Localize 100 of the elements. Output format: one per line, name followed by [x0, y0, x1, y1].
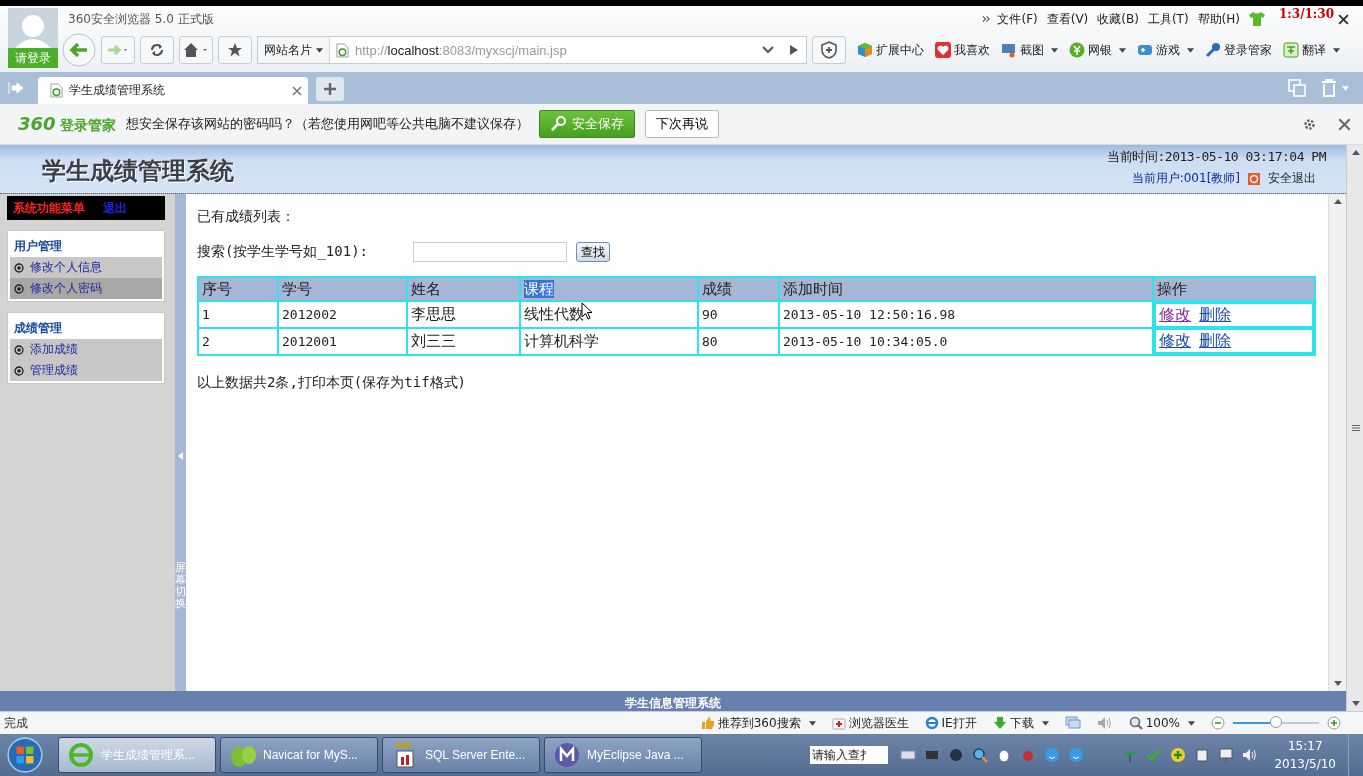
user-silhouette-icon — [13, 12, 53, 48]
home-button[interactable] — [179, 36, 213, 64]
site-card-dropdown[interactable]: 网站名片 — [258, 37, 330, 63]
magnifier-icon[interactable] — [972, 747, 989, 763]
page-icon — [336, 42, 349, 58]
double-chevron-icon[interactable] — [982, 15, 992, 23]
caret-icon[interactable] — [1188, 720, 1195, 726]
scrollbar[interactable] — [1346, 145, 1363, 711]
menu-item[interactable]: 文件(F) — [997, 10, 1038, 28]
screen-icon — [1001, 42, 1017, 58]
scroll-up-icon[interactable] — [1333, 199, 1342, 204]
checkmark-icon[interactable] — [1146, 747, 1163, 763]
windows-icon[interactable] — [1064, 716, 1081, 730]
key-icon — [550, 116, 567, 132]
translate-icon — [1283, 42, 1299, 58]
network-icon[interactable] — [1218, 747, 1235, 763]
zoom-dropdown[interactable]: 100% — [1128, 716, 1180, 730]
address-field[interactable]: http://localhost:8083/myxscj/main.jsp — [355, 42, 752, 58]
toolbar-button[interactable]: 翻译 — [1283, 41, 1326, 59]
bullet-icon — [14, 344, 24, 355]
caret-icon[interactable] — [808, 720, 816, 726]
caret-icon[interactable] — [1051, 47, 1058, 53]
bullet-icon — [14, 365, 24, 376]
gamepad-icon — [1137, 42, 1153, 58]
play-icon[interactable] — [790, 45, 798, 55]
power-icon — [1248, 172, 1260, 185]
delete-link[interactable]: 删除 — [1199, 304, 1231, 326]
status-button[interactable]: 下载 — [992, 714, 1034, 732]
toolbar-button[interactable]: 网银 — [1069, 41, 1112, 59]
status-button[interactable]: 浏览器医生 — [831, 714, 909, 732]
toolbar-button[interactable]: 扩展中心 — [857, 41, 924, 59]
sidebar-item[interactable]: 添加成绩 — [10, 339, 162, 360]
chevron-down-icon[interactable] — [762, 46, 774, 54]
myeclipse-icon — [553, 741, 581, 769]
table-cell: 2013-05-10 12:50:16.98 — [779, 301, 1153, 328]
menu-title: 系统功能菜单 — [13, 199, 85, 217]
smiley-icon[interactable] — [1068, 747, 1085, 763]
menu-item[interactable]: 查看(V) — [1046, 10, 1089, 28]
shield-button[interactable] — [812, 36, 846, 64]
app-icon[interactable] — [948, 747, 965, 763]
search-field[interactable]: 请输入查扌 — [810, 746, 889, 764]
delete-link[interactable]: 删除 — [1199, 330, 1231, 352]
search-button[interactable]: 查找 — [576, 242, 610, 262]
refresh-button[interactable] — [140, 36, 174, 64]
column-header: 姓名 — [407, 277, 520, 301]
caret-icon[interactable] — [1119, 47, 1126, 53]
sidebar-item[interactable]: 管理成绩 — [10, 360, 162, 381]
current-user: 当前用户:001[教师] — [1131, 170, 1240, 187]
menu-group-title: 用户管理 — [13, 238, 63, 255]
column-header: 成绩 — [698, 277, 779, 301]
back-button[interactable] — [62, 33, 96, 67]
logout-link[interactable]: 安全退出 — [1268, 170, 1316, 187]
status-button[interactable]: 推荐到360搜索 — [700, 714, 801, 732]
scroll-down-icon[interactable] — [1352, 701, 1360, 706]
clock-time: 15:17 — [1287, 738, 1323, 755]
edit-link[interactable]: 修改 — [1159, 330, 1191, 352]
mouse-icon[interactable] — [996, 747, 1013, 763]
zoom-slider-handle[interactable] — [1270, 716, 1282, 728]
column-header: 序号 — [198, 277, 278, 301]
scroll-down-icon[interactable] — [1333, 681, 1342, 686]
shirt-icon[interactable] — [1249, 12, 1265, 26]
close-icon[interactable] — [1338, 117, 1351, 131]
medkit-icon — [831, 716, 846, 730]
menu-item[interactable]: 帮助(H) — [1197, 10, 1240, 28]
caret-icon[interactable] — [1041, 720, 1049, 726]
scrollbar[interactable] — [1328, 194, 1346, 691]
caret-icon[interactable] — [1333, 47, 1340, 53]
scroll-up-icon[interactable] — [1352, 150, 1360, 155]
smiley-icon[interactable] — [1044, 747, 1061, 763]
plus-icon[interactable] — [1170, 747, 1187, 763]
later-button[interactable]: 下次再说 — [645, 110, 720, 138]
new-tab-button[interactable] — [316, 77, 344, 101]
toolbar-button[interactable]: 截图 — [1001, 41, 1044, 59]
sidebar-item[interactable]: 修改个人信息 — [10, 257, 162, 278]
ie-icon — [67, 741, 95, 769]
star-icon — [227, 42, 243, 58]
sidebar-toggle-icon[interactable] — [8, 81, 24, 95]
caret-icon[interactable] — [1187, 47, 1194, 53]
start-button[interactable] — [6, 736, 44, 774]
toolbar-button[interactable]: 我喜欢 — [935, 41, 990, 59]
search-field[interactable] — [413, 242, 567, 262]
status-button[interactable]: IE打开 — [924, 714, 977, 732]
favorite-button[interactable] — [218, 36, 252, 64]
status-text: 完成 — [4, 714, 28, 732]
speaker-icon[interactable] — [1242, 747, 1259, 763]
bullet-icon — [14, 262, 24, 273]
column-header: 添加时间 — [779, 277, 1153, 301]
browser-tab[interactable]: 学生成绩管理系统 — [38, 77, 308, 104]
toolbar-button[interactable]: 登录管家 — [1205, 41, 1272, 59]
edit-link[interactable]: 修改 — [1159, 304, 1191, 326]
grip-icon[interactable] — [1352, 425, 1360, 431]
settings-icon[interactable] — [1303, 117, 1316, 131]
keyboard-icon[interactable] — [900, 747, 917, 763]
zoom-in-icon[interactable] — [1327, 716, 1341, 730]
toolbar-button[interactable]: 游戏 — [1137, 41, 1180, 59]
menu-item[interactable]: 收藏(B) — [1097, 10, 1139, 28]
sidebar-item[interactable]: 修改个人密码 — [10, 278, 162, 299]
close-icon[interactable] — [1338, 13, 1349, 25]
menu-item[interactable]: 工具(T) — [1147, 10, 1189, 28]
zoom-out-icon[interactable] — [1211, 716, 1225, 730]
